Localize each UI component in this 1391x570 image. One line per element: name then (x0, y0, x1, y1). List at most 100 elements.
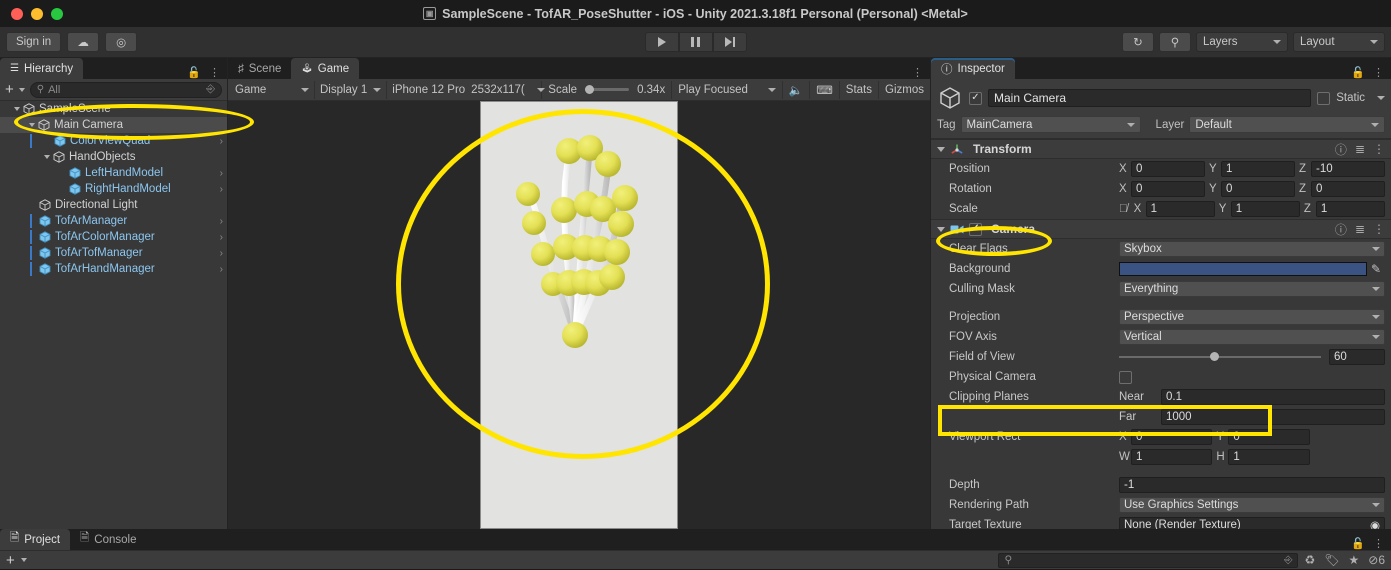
property-dropdown[interactable]: Perspective (1119, 309, 1385, 325)
chevron-right-icon[interactable]: › (220, 216, 223, 227)
value-field[interactable]: 0 (1131, 161, 1205, 177)
property-rendering-path[interactable]: Rendering Path Use Graphics Settings (931, 495, 1391, 515)
hierarchy-item-colorviewquad[interactable]: ColorViewQuad › (0, 133, 227, 149)
hierarchy-item-handobjects[interactable]: HandObjects (0, 149, 227, 165)
value-field[interactable]: 0 (1131, 181, 1205, 197)
scale-slider[interactable]: Scale 0.34x (542, 80, 673, 99)
speaker-icon[interactable]: 🔈 (783, 80, 811, 99)
xyz-fields[interactable]: X1Y1Z1 (1134, 201, 1385, 217)
search-expand-icon[interactable]: ⎆ (1284, 554, 1292, 567)
layout-dropdown[interactable]: Layout (1293, 32, 1385, 52)
object-field[interactable]: None (Render Texture) ◉ (1119, 517, 1385, 529)
lock-icon[interactable]: 🔓 (1351, 537, 1365, 550)
maximize-window-button[interactable] (51, 7, 63, 20)
slider-knob[interactable] (1209, 352, 1219, 361)
chevron-right-icon[interactable]: › (220, 248, 223, 259)
hierarchy-item-tofartofmanager[interactable]: TofArTofManager › (0, 245, 227, 261)
property-physical-camera[interactable]: Physical Camera (931, 367, 1391, 387)
chevron-down-icon[interactable] (44, 155, 50, 159)
property-projection[interactable]: Projection Perspective (931, 307, 1391, 327)
property-far[interactable]: Far 1000 (931, 407, 1391, 427)
hierarchy-item-righthandmodel[interactable]: RightHandModel › (0, 181, 227, 197)
kebab-menu-icon[interactable]: ⋮ (1373, 142, 1385, 156)
hierarchy-item-directional-light[interactable]: Directional Light (0, 197, 227, 213)
component-header-transform[interactable]: Transform ⓘ ≣ ⋮ (931, 139, 1391, 159)
hierarchy-item-lefthandmodel[interactable]: LeftHandModel › (0, 165, 227, 181)
property-row[interactable]: W1H1 (931, 447, 1391, 467)
tag-icon[interactable]: 🏷 (1324, 553, 1339, 567)
stats-button[interactable]: Stats (840, 80, 880, 99)
property-fov-axis[interactable]: FOV Axis Vertical (931, 327, 1391, 347)
property-scale[interactable]: Scale 👁̸ X 1 Y 1 Z 1 (931, 199, 1391, 219)
property-field-of-view[interactable]: Field of View 60 (931, 347, 1391, 367)
project-add-button[interactable]: + (6, 553, 15, 568)
value-field[interactable]: 1000 (1161, 409, 1385, 425)
property-dropdown[interactable]: Vertical (1119, 329, 1385, 345)
help-icon[interactable]: ⓘ (1335, 141, 1347, 158)
hierarchy-tree[interactable]: SampleScene Main Camera ColorViewQuad › Hand… (0, 101, 227, 529)
value-field[interactable]: 1 (1131, 449, 1213, 465)
layer-dropdown[interactable]: Default (1189, 116, 1385, 133)
value-field[interactable]: 0 (1131, 429, 1213, 445)
playback-controls[interactable] (644, 32, 747, 52)
play-icon[interactable] (644, 32, 679, 52)
window-controls[interactable] (11, 7, 63, 20)
link-off-icon[interactable]: 👁̸ (1119, 203, 1128, 215)
tab-hierarchy[interactable]: ☰ Hierarchy (0, 58, 84, 79)
tab-scene[interactable]: ♯ Scene (228, 58, 292, 79)
cloud-icon[interactable]: ☁ (67, 32, 100, 52)
xyz-fields[interactable]: X0Y0Z0 (1119, 181, 1385, 197)
value-field[interactable]: 0 (1221, 181, 1295, 197)
chevron-right-icon[interactable]: › (220, 232, 223, 243)
star-icon[interactable]: ★ (1348, 553, 1359, 567)
kebab-menu-icon[interactable]: ⋮ (1373, 222, 1385, 236)
chevron-right-icon[interactable]: › (220, 184, 223, 195)
property-viewport-rect[interactable]: Viewport Rect X 0 Y 0 (931, 427, 1391, 447)
component-header-camera[interactable]: ✓ Camera ⓘ ≣ ⋮ (931, 219, 1391, 239)
search-icon[interactable]: ⚲ (1159, 32, 1191, 52)
foldout-icon[interactable] (937, 146, 945, 152)
component-enabled-checkbox[interactable]: ✓ (969, 222, 982, 236)
chevron-right-icon[interactable]: › (220, 168, 223, 179)
value-field[interactable]: 1 (1145, 201, 1215, 217)
keyboard-icon[interactable]: ⌨ (810, 80, 840, 99)
resolution-dropdown[interactable]: iPhone 12 Pro 2532x117( (387, 80, 545, 99)
kebab-menu-icon[interactable]: ⋮ (1373, 66, 1384, 79)
property-checkbox[interactable] (1119, 370, 1132, 384)
chevron-down-icon[interactable] (29, 123, 35, 127)
view-mode-dropdown[interactable]: Game (230, 80, 315, 99)
sign-in-button[interactable]: Sign in (6, 32, 62, 52)
tab-game[interactable]: 🕹 Game (291, 58, 360, 79)
rect-fields[interactable]: X0Y0 (1119, 429, 1385, 445)
search-expand-icon[interactable]: ⎆ (206, 83, 215, 96)
project-search-input[interactable]: ⚲ ⎆ (998, 552, 1299, 568)
package-icon[interactable]: ♻ (1304, 553, 1315, 567)
hierarchy-item-main-camera[interactable]: Main Camera (0, 117, 227, 133)
close-window-button[interactable] (11, 7, 23, 20)
value-field[interactable]: 1 (1221, 161, 1295, 177)
value-field[interactable]: 1 (1230, 201, 1300, 217)
gameobject-enabled-checkbox[interactable]: ✓ (969, 91, 982, 105)
property-target-texture[interactable]: Target Texture None (Render Texture) ◉ (931, 515, 1391, 529)
color-swatch[interactable] (1119, 262, 1367, 276)
tab-project[interactable]: 🗎 Project (0, 529, 71, 550)
slider-group[interactable]: 60 (1119, 349, 1385, 365)
packages-count[interactable]: ⊘6 (1368, 553, 1385, 567)
scale-slider-knob[interactable] (585, 85, 595, 94)
property-clipping-planes[interactable]: Clipping Planes Near 0.1 (931, 387, 1391, 407)
unity-services-icon[interactable]: ◎ (105, 32, 138, 52)
game-viewport[interactable] (480, 101, 678, 529)
preset-icon[interactable]: ≣ (1355, 222, 1365, 236)
lock-icon[interactable]: 🔓 (187, 66, 201, 79)
value-field[interactable]: -1 (1119, 477, 1385, 493)
static-checkbox[interactable]: ✓ (1317, 91, 1331, 105)
pause-icon[interactable] (678, 32, 713, 52)
chevron-right-icon[interactable]: › (220, 264, 223, 275)
chevron-down-icon[interactable] (18, 87, 25, 92)
property-position[interactable]: Position X 0 Y 1 Z -10 (931, 159, 1391, 179)
history-icon[interactable]: ↻ (1122, 32, 1154, 52)
gameobject-name-input[interactable]: Main Camera (988, 89, 1312, 107)
hierarchy-item-tofarmanager[interactable]: TofArManager › (0, 213, 227, 229)
hierarchy-item-tofarcolormanager[interactable]: TofArColorManager › (0, 229, 227, 245)
chevron-down-icon[interactable] (1377, 96, 1385, 100)
